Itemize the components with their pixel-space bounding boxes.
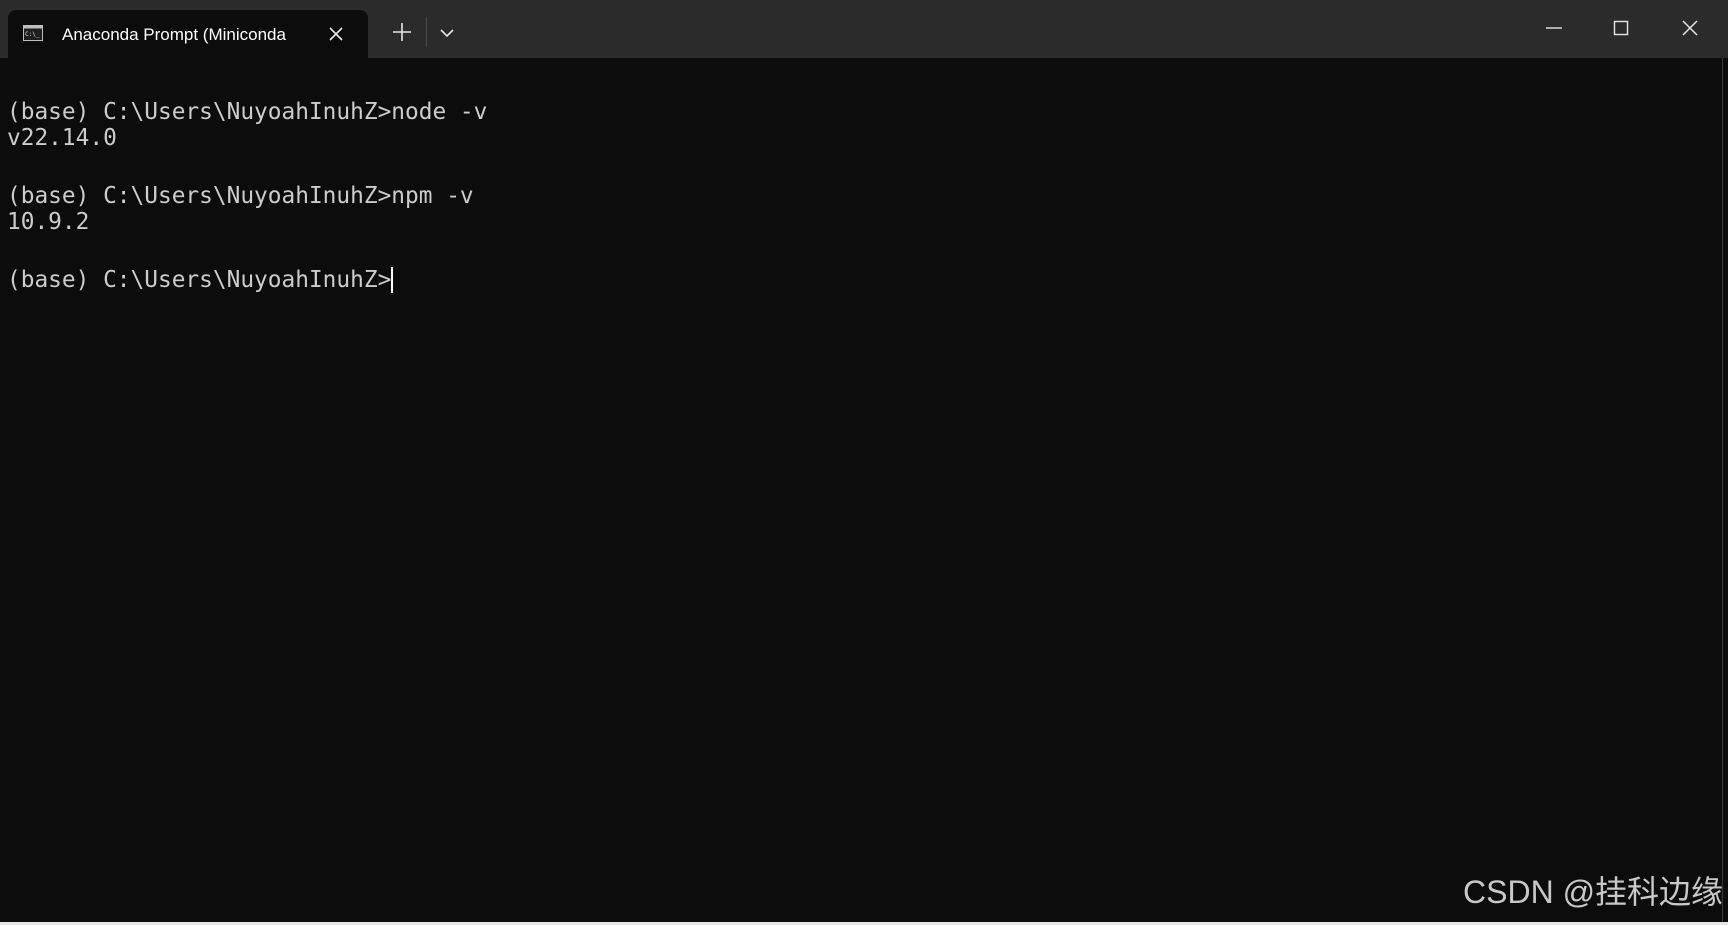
minimize-icon[interactable] (1540, 14, 1568, 42)
terminal-line: v22.14.0 (7, 125, 117, 151)
new-tab-plus-icon[interactable] (388, 18, 416, 46)
terminal-prompt-line[interactable]: (base) C:\Users\NuyoahInuhZ> (7, 266, 394, 294)
svg-text:C:\_: C:\_ (25, 31, 40, 38)
terminal-icon: C:\_ (23, 25, 43, 41)
text-cursor (391, 267, 394, 293)
terminal-line: (base) C:\Users\NuyoahInuhZ>node -v (7, 99, 488, 125)
scrollbar-track[interactable] (1722, 58, 1728, 922)
close-window-icon[interactable] (1676, 14, 1704, 42)
chevron-down-icon[interactable] (436, 22, 458, 44)
tab-divider (426, 17, 427, 47)
tab-title: Anaconda Prompt (Miniconda (62, 25, 286, 44)
maximize-icon[interactable] (1607, 14, 1635, 42)
title-bar[interactable]: C:\_ Anaconda Prompt (Miniconda (0, 0, 1728, 58)
terminal-line: 10.9.2 (7, 209, 90, 235)
terminal-prompt: (base) C:\Users\NuyoahInuhZ> (7, 267, 392, 293)
terminal-output[interactable]: (base) C:\Users\NuyoahInuhZ>node -v v22.… (0, 58, 1722, 922)
close-tab-icon[interactable] (326, 24, 346, 44)
watermark: CSDN @挂科边缘 (1463, 874, 1724, 910)
tab-anaconda-prompt[interactable]: C:\_ Anaconda Prompt (Miniconda (8, 10, 368, 58)
terminal-line: (base) C:\Users\NuyoahInuhZ>npm -v (7, 183, 474, 209)
terminal-window: C:\_ Anaconda Prompt (Miniconda (base) C… (0, 0, 1728, 922)
